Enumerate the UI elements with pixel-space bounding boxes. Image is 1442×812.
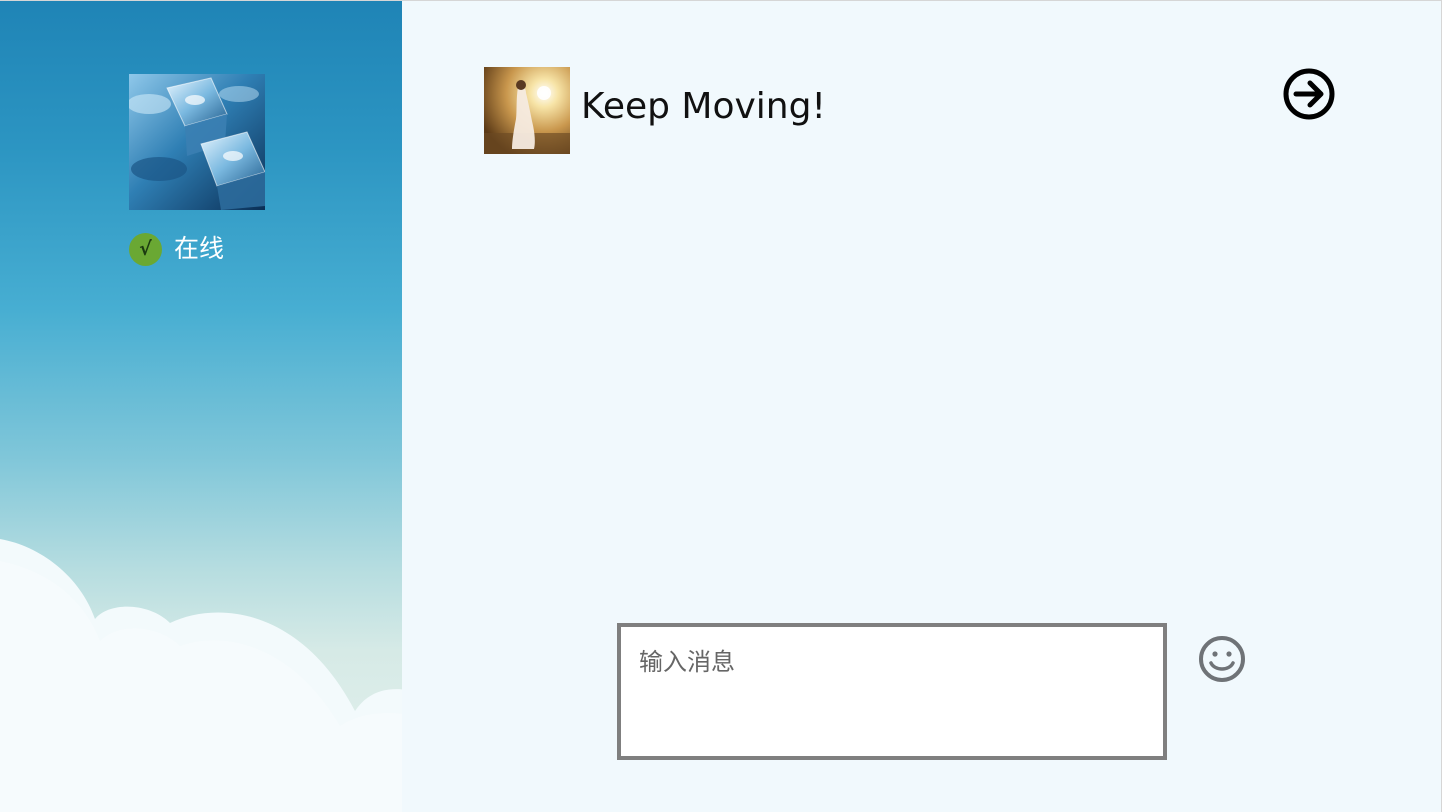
arrow-right-circle-icon — [1283, 68, 1335, 120]
emoji-button[interactable] — [1197, 634, 1247, 684]
checkmark-icon: √ — [129, 232, 162, 266]
user-avatar[interactable] — [129, 74, 265, 210]
ice-cubes-photo — [129, 74, 265, 210]
app-window: √ 在线 Keep Moving! 输入消息 — [0, 0, 1442, 812]
status-label: 在线 — [174, 234, 225, 263]
contact-name: Keep Moving! — [581, 86, 826, 127]
woman-in-light-photo — [484, 67, 570, 154]
smiley-icon — [1199, 636, 1245, 682]
contact-avatar[interactable] — [484, 67, 570, 154]
message-input[interactable] — [617, 623, 1167, 760]
forward-button[interactable] — [1282, 67, 1336, 121]
sidebar: √ 在线 — [0, 1, 402, 812]
chat-panel: Keep Moving! — [402, 1, 1441, 812]
online-status[interactable]: √ 在线 — [129, 232, 224, 266]
